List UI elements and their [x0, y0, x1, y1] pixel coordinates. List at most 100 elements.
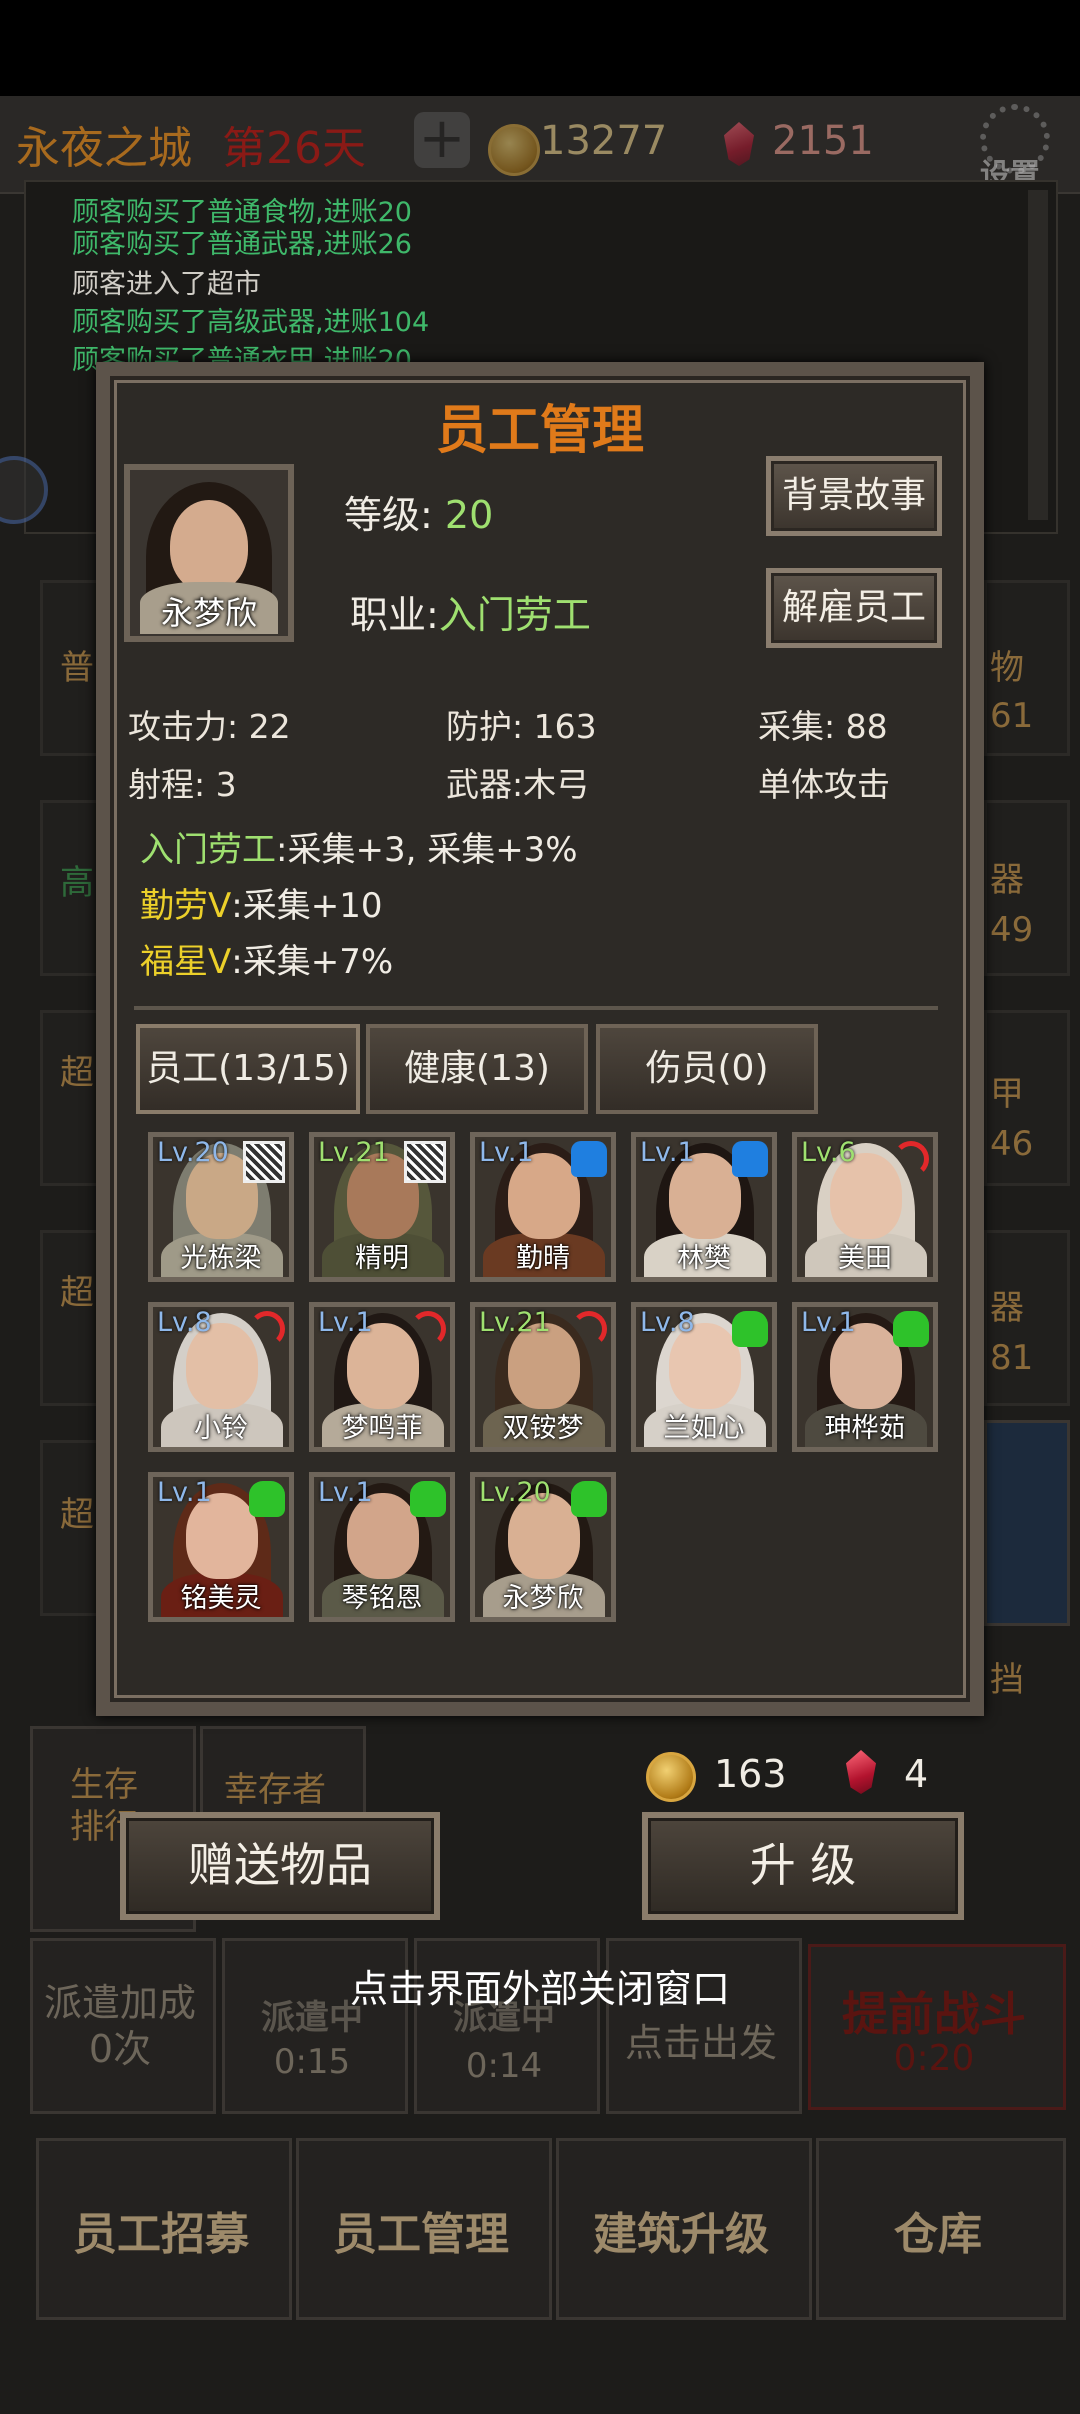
employee-name: 双铵梦	[502, 1413, 584, 1444]
net-role-icon	[243, 1141, 285, 1183]
battle-time: 0:20	[893, 2038, 975, 2079]
employee-name: 精明	[355, 1243, 409, 1274]
trait-row: 勤劳Ⅴ:采集+10	[140, 878, 382, 927]
employee-portrait: 永梦欣	[124, 464, 294, 642]
trait-effect: :采集+7%	[231, 942, 394, 982]
gift-item-button[interactable]: 赠送物品	[120, 1812, 440, 1920]
portrait-face	[170, 500, 248, 592]
employee-card[interactable]: Lv.1 珅桦茹	[792, 1302, 938, 1452]
glove-role-icon	[410, 1481, 446, 1517]
employee-card[interactable]: Lv.20 光栋梁	[148, 1132, 294, 1282]
tab-injured[interactable]: 伤员(0)	[596, 1024, 818, 1114]
fist-role-icon	[571, 1141, 607, 1177]
bow-role-icon	[571, 1311, 607, 1347]
fist-role-icon	[732, 1141, 768, 1177]
plus-icon[interactable]: +	[414, 111, 470, 168]
employee-card[interactable]: Lv.8 小铃	[148, 1302, 294, 1452]
gold-coin-icon	[488, 124, 540, 176]
employee-card[interactable]: Lv.1 林樊	[631, 1132, 777, 1282]
nav-building-label: 建筑升级	[593, 2209, 769, 2260]
stat-gather: 采集: 88	[758, 707, 888, 746]
bow-role-icon	[249, 1311, 285, 1347]
trait-row: 福星Ⅴ:采集+7%	[140, 934, 393, 983]
trait-name: 入门劳工	[140, 830, 276, 870]
employee-card[interactable]: Lv.8 兰如心	[631, 1302, 777, 1452]
log-line: 顾客购买了普通武器,进账26	[72, 229, 412, 260]
level-label-text: 等级:	[344, 493, 433, 537]
employee-level: Lv.20	[479, 1477, 551, 1508]
job-label-text: 职业:	[350, 593, 439, 637]
level-label: 等级: 20	[344, 484, 493, 539]
employee-card[interactable]: Lv.20 永梦欣	[470, 1472, 616, 1622]
glove-role-icon	[249, 1481, 285, 1517]
employee-level: Lv.1	[157, 1477, 212, 1508]
trait-effect: :采集+3, 采集+3%	[276, 830, 578, 870]
bg-card-label: 器	[990, 860, 1024, 900]
fire-employee-button[interactable]: 解雇员工	[766, 568, 942, 648]
bg-card-value: 81	[990, 1338, 1034, 1378]
employee-name: 琴铭恩	[341, 1583, 423, 1614]
upgrade-cost-gem: 4	[904, 1752, 929, 1796]
employee-name: 林樊	[677, 1243, 731, 1274]
trait-name: 福星Ⅴ	[140, 942, 232, 982]
employee-level: Lv.6	[801, 1137, 856, 1168]
log-line: 顾客进入了超市	[72, 269, 261, 300]
bg-extra-label: 挡	[990, 1660, 1024, 1700]
upgrade-button[interactable]: 升 级	[642, 1812, 964, 1920]
bg-card-label: 高	[60, 863, 94, 903]
employee-level: Lv.1	[801, 1307, 856, 1338]
trait-effect: :采集+10	[231, 886, 383, 926]
bg-card-label: 超	[60, 1273, 94, 1313]
employee-level: Lv.21	[479, 1307, 551, 1338]
background-story-button[interactable]: 背景故事	[766, 456, 942, 536]
employee-level: Lv.8	[157, 1307, 212, 1338]
employee-card[interactable]: Lv.21 精明	[309, 1132, 455, 1282]
employee-name: 美田	[838, 1243, 892, 1274]
job-label: 职业:入门劳工	[350, 584, 591, 639]
net-role-icon	[404, 1141, 446, 1183]
bow-role-icon	[893, 1141, 929, 1177]
nav-recruit-label: 员工招募	[73, 2209, 249, 2260]
gem-amount: 2151	[772, 118, 874, 164]
employee-card[interactable]: Lv.21 双铵梦	[470, 1302, 616, 1452]
bg-card-label: 普	[60, 648, 94, 688]
gold-amount: 13277	[540, 118, 668, 164]
employee-card[interactable]: Lv.1 琴铭恩	[309, 1472, 455, 1622]
stat-weapon: 武器:木弓	[446, 765, 590, 804]
employee-level: Lv.1	[318, 1307, 373, 1338]
nav-employee-label: 员工管理	[333, 2209, 509, 2260]
glove-role-icon	[571, 1481, 607, 1517]
employee-card[interactable]: Lv.1 勤晴	[470, 1132, 616, 1282]
dispatch-1-time: 0:15	[273, 2042, 351, 2082]
day-counter: 第26天	[222, 123, 366, 174]
employee-level: Lv.1	[318, 1477, 373, 1508]
employee-card[interactable]: Lv.6 美田	[792, 1132, 938, 1282]
employee-level: Lv.21	[318, 1137, 390, 1168]
stat-defense: 防护: 163	[446, 707, 597, 746]
tab-all-employees[interactable]: 员工(13/15)	[136, 1024, 360, 1114]
log-line: 顾客购买了高级武器,进账104	[72, 307, 430, 338]
city-title: 永夜之城	[16, 123, 192, 174]
tab-healthy[interactable]: 健康(13)	[366, 1024, 588, 1114]
dispatch-2-time: 0:14	[465, 2046, 543, 2086]
stat-attack: 攻击力: 22	[128, 707, 291, 746]
employee-card[interactable]: Lv.1 铭美灵	[148, 1472, 294, 1622]
bg-card-label: 超	[60, 1495, 94, 1535]
employee-level: Lv.1	[640, 1137, 695, 1168]
upgrade-cost-gold: 163	[714, 1752, 787, 1796]
bg-card-label: 甲	[990, 1074, 1024, 1114]
employee-name: 永梦欣	[160, 594, 257, 632]
employee-level: Lv.20	[157, 1137, 229, 1168]
employee-name: 珅桦茹	[824, 1413, 906, 1444]
glove-role-icon	[732, 1311, 768, 1347]
employee-name: 兰如心	[663, 1413, 745, 1444]
bg-card-label: 物	[990, 648, 1024, 688]
log-scrollbar[interactable]	[1028, 190, 1048, 520]
bg-blue-panel	[984, 1420, 1070, 1626]
employee-level: Lv.1	[479, 1137, 534, 1168]
bg-card-label: 超	[60, 1053, 94, 1093]
bow-role-icon	[410, 1311, 446, 1347]
employee-name: 勤晴	[516, 1243, 570, 1274]
bg-card-label: 器	[990, 1288, 1024, 1328]
employee-card[interactable]: Lv.1 梦鸣菲	[309, 1302, 455, 1452]
